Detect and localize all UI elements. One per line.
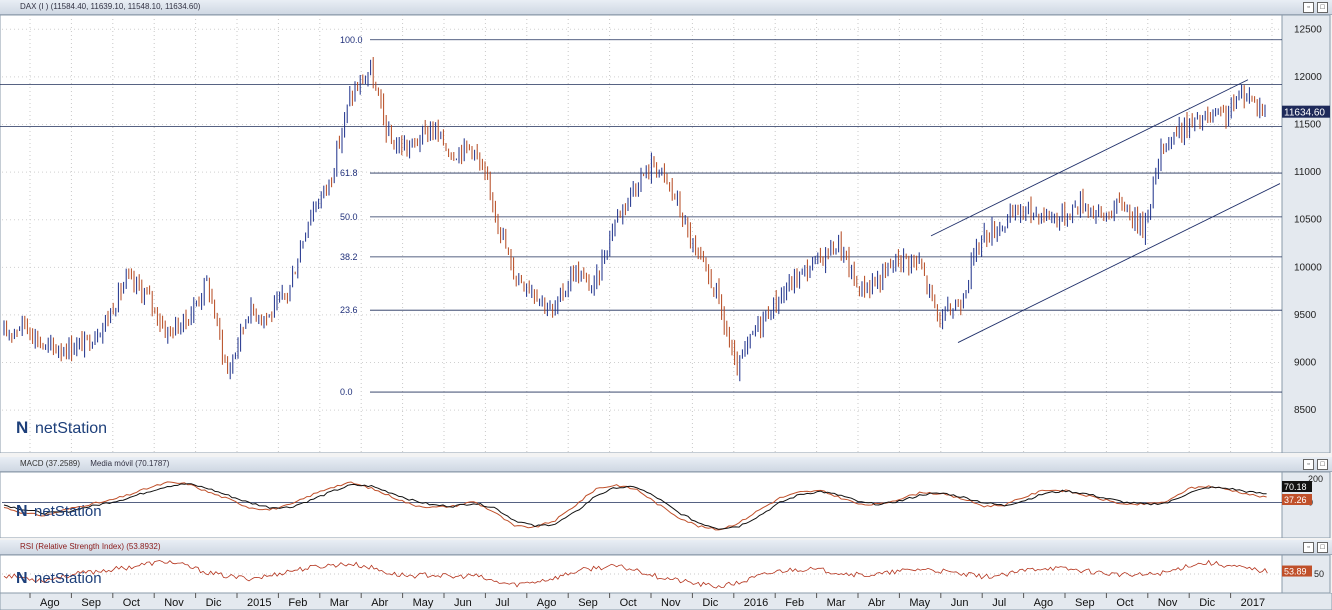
x-tick-label: Nov (164, 597, 184, 609)
x-tick-label: Sep (578, 597, 598, 609)
x-tick-label: Ago (1034, 597, 1054, 609)
rsi-value: 53.89 (1284, 567, 1307, 577)
fibonacci-label: 38.2 (340, 252, 358, 262)
x-tick-label: Nov (661, 597, 681, 609)
macd-value: 37.26 (1284, 495, 1307, 505)
last-price-label: 11634.60 (1284, 108, 1325, 119)
macd-plot-area (0, 472, 1283, 538)
y-tick-label: 12500 (1294, 24, 1322, 35)
x-tick-label: Abr (371, 597, 388, 609)
x-tick-label: Ago (537, 597, 557, 609)
x-tick-label: Abr (868, 597, 885, 609)
macd-chart[interactable]: 200070.1837.26NnetStation (0, 472, 1332, 538)
price-chart[interactable]: 12500 12000 11500 11000 10500 10000 9500 9000 85… (0, 15, 1332, 453)
x-tick-label: Dic (702, 597, 718, 609)
macd-ma-value: 70.18 (1284, 482, 1307, 492)
netstation-watermark: netStation (35, 420, 107, 437)
y-tick-label: 10000 (1294, 262, 1322, 273)
rsi-restore-button[interactable]: ▫ (1303, 542, 1314, 553)
price-panel-header: DAX (I ) (11584.40, 11639.10, 11548.10, … (0, 0, 1332, 15)
x-tick-label: Jun (951, 597, 969, 609)
x-tick-label: Nov (1158, 597, 1178, 609)
macd-ma-title: Media móvil (70.1787) (90, 459, 170, 468)
x-tick-label: Oct (123, 597, 140, 609)
x-tick-label: Jul (992, 597, 1006, 609)
x-tick-label: 2017 (1241, 597, 1265, 609)
x-tick-label: Dic (1199, 597, 1215, 609)
x-tick-label: Sep (1075, 597, 1095, 609)
maximize-button[interactable]: □ (1317, 2, 1328, 13)
netstation-logo-icon: N (16, 503, 28, 520)
x-tick-label: Ago (40, 597, 60, 609)
x-tick-label: 2015 (247, 597, 271, 609)
rsi-maximize-button[interactable]: □ (1317, 542, 1328, 553)
fibonacci-label: 23.6 (340, 305, 358, 315)
x-tick-label: May (909, 597, 930, 609)
y-tick-label: 9500 (1294, 310, 1317, 321)
netstation-logo-icon: N (16, 418, 28, 437)
x-tick-label: Sep (81, 597, 101, 609)
fibonacci-label: 100.0 (340, 35, 363, 45)
y-tick-label: 11500 (1294, 120, 1322, 131)
rsi-plot-area (0, 555, 1283, 593)
x-tick-label: Oct (620, 597, 637, 609)
y-tick-label: 11000 (1294, 167, 1322, 178)
x-tick-label: Jul (495, 597, 509, 609)
x-tick-label: Mar (827, 597, 846, 609)
y-tick-label: 9000 (1294, 358, 1317, 369)
rsi-chart[interactable]: 50 53.89 N netStation (0, 555, 1332, 593)
price-plot-area (0, 15, 1283, 453)
macd-title: MACD (37.2589) (20, 459, 81, 468)
restore-button[interactable]: ▫ (1303, 2, 1314, 13)
x-tick-label: Feb (288, 597, 307, 609)
x-tick-label: Dic (206, 597, 222, 609)
macd-panel-header: MACD (37.2589) Media móvil (70.1787) ▫ □ (0, 457, 1332, 472)
rsi-title: RSI (Relative Strength Index) (53.8932) (20, 542, 161, 551)
fibonacci-label: 50.0 (340, 212, 358, 222)
x-tick-label: May (413, 597, 434, 609)
y-tick-label: 12000 (1294, 72, 1322, 83)
x-tick-label: Mar (330, 597, 349, 609)
fibonacci-label: 0.0 (340, 387, 353, 397)
x-tick-label: Jun (454, 597, 472, 609)
macd-restore-button[interactable]: ▫ (1303, 459, 1314, 470)
netstation-watermark: netStation (34, 570, 102, 587)
macd-maximize-button[interactable]: □ (1317, 459, 1328, 470)
rsi-y-tick: 50 (1314, 569, 1324, 579)
y-tick-label: 8500 (1294, 405, 1317, 416)
x-tick-label: 2016 (744, 597, 768, 609)
x-axis: Ago Sep Oct Nov Dic 2015 Feb Mar Abr May Jun Jul Ago… (0, 593, 1332, 610)
price-title: DAX (I ) (11584.40, 11639.10, 11548.10, … (20, 2, 201, 11)
y-tick-label: 10500 (1294, 215, 1322, 226)
x-tick-label: Oct (1116, 597, 1133, 609)
rsi-panel-header: RSI (Relative Strength Index) (53.8932) … (0, 540, 1332, 555)
netstation-watermark: netStation (34, 503, 102, 520)
x-tick-label: Feb (785, 597, 804, 609)
fibonacci-label: 61.8 (340, 168, 358, 178)
netstation-logo-icon: N (16, 570, 28, 587)
